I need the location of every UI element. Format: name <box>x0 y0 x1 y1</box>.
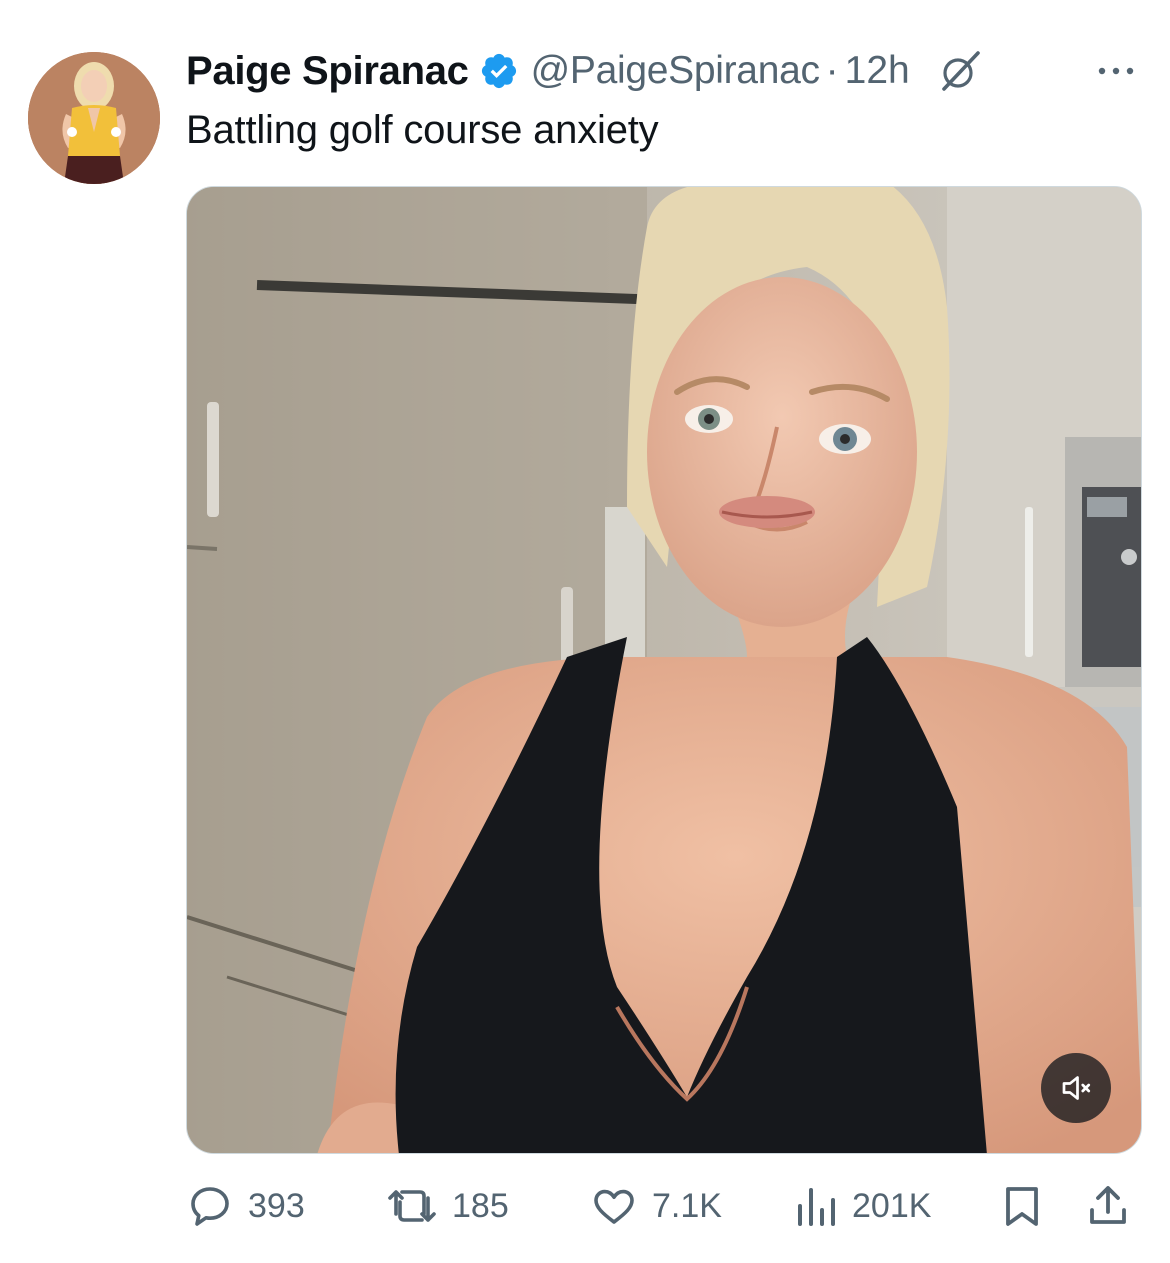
timestamp[interactable]: 12h <box>845 49 910 93</box>
author-avatar[interactable] <box>28 52 160 184</box>
share-icon <box>1090 1186 1126 1224</box>
like-button[interactable]: 7.1K <box>590 1176 722 1236</box>
tweet-video[interactable] <box>186 186 1142 1154</box>
grok-icon[interactable] <box>936 47 984 95</box>
heart-icon <box>594 1189 634 1224</box>
tweet-action-bar: 393 185 7.1K 201K <box>186 1176 1142 1236</box>
tweet-text: Battling golf course anxiety <box>186 108 659 152</box>
more-options-icon[interactable] <box>1092 47 1140 95</box>
retweet-button[interactable]: 185 <box>386 1176 509 1236</box>
reply-icon <box>191 1187 229 1226</box>
separator-dot: · <box>825 49 839 92</box>
view-count: 201K <box>852 1186 932 1225</box>
author-handle[interactable]: @PaigeSpiranac <box>531 49 820 93</box>
volume-mute-icon <box>1062 1076 1091 1100</box>
views-button[interactable]: 201K <box>794 1176 931 1236</box>
verified-badge-icon[interactable] <box>479 51 519 91</box>
bookmark-icon <box>1006 1187 1038 1226</box>
like-count: 7.1K <box>652 1186 722 1225</box>
tweet-header: Paige Spiranac @PaigeSpiranac · 12h <box>186 46 1140 96</box>
reply-count: 393 <box>248 1186 305 1225</box>
bookmark-button[interactable] <box>998 1176 1046 1236</box>
share-button[interactable] <box>1084 1176 1132 1236</box>
mute-toggle-button[interactable] <box>1041 1053 1111 1123</box>
reply-button[interactable]: 393 <box>186 1176 305 1236</box>
video-frame <box>187 187 1141 1153</box>
author-display-name[interactable]: Paige Spiranac <box>186 49 469 94</box>
views-chart-icon <box>798 1188 835 1226</box>
retweet-count: 185 <box>452 1186 509 1225</box>
retweet-icon <box>388 1190 436 1222</box>
